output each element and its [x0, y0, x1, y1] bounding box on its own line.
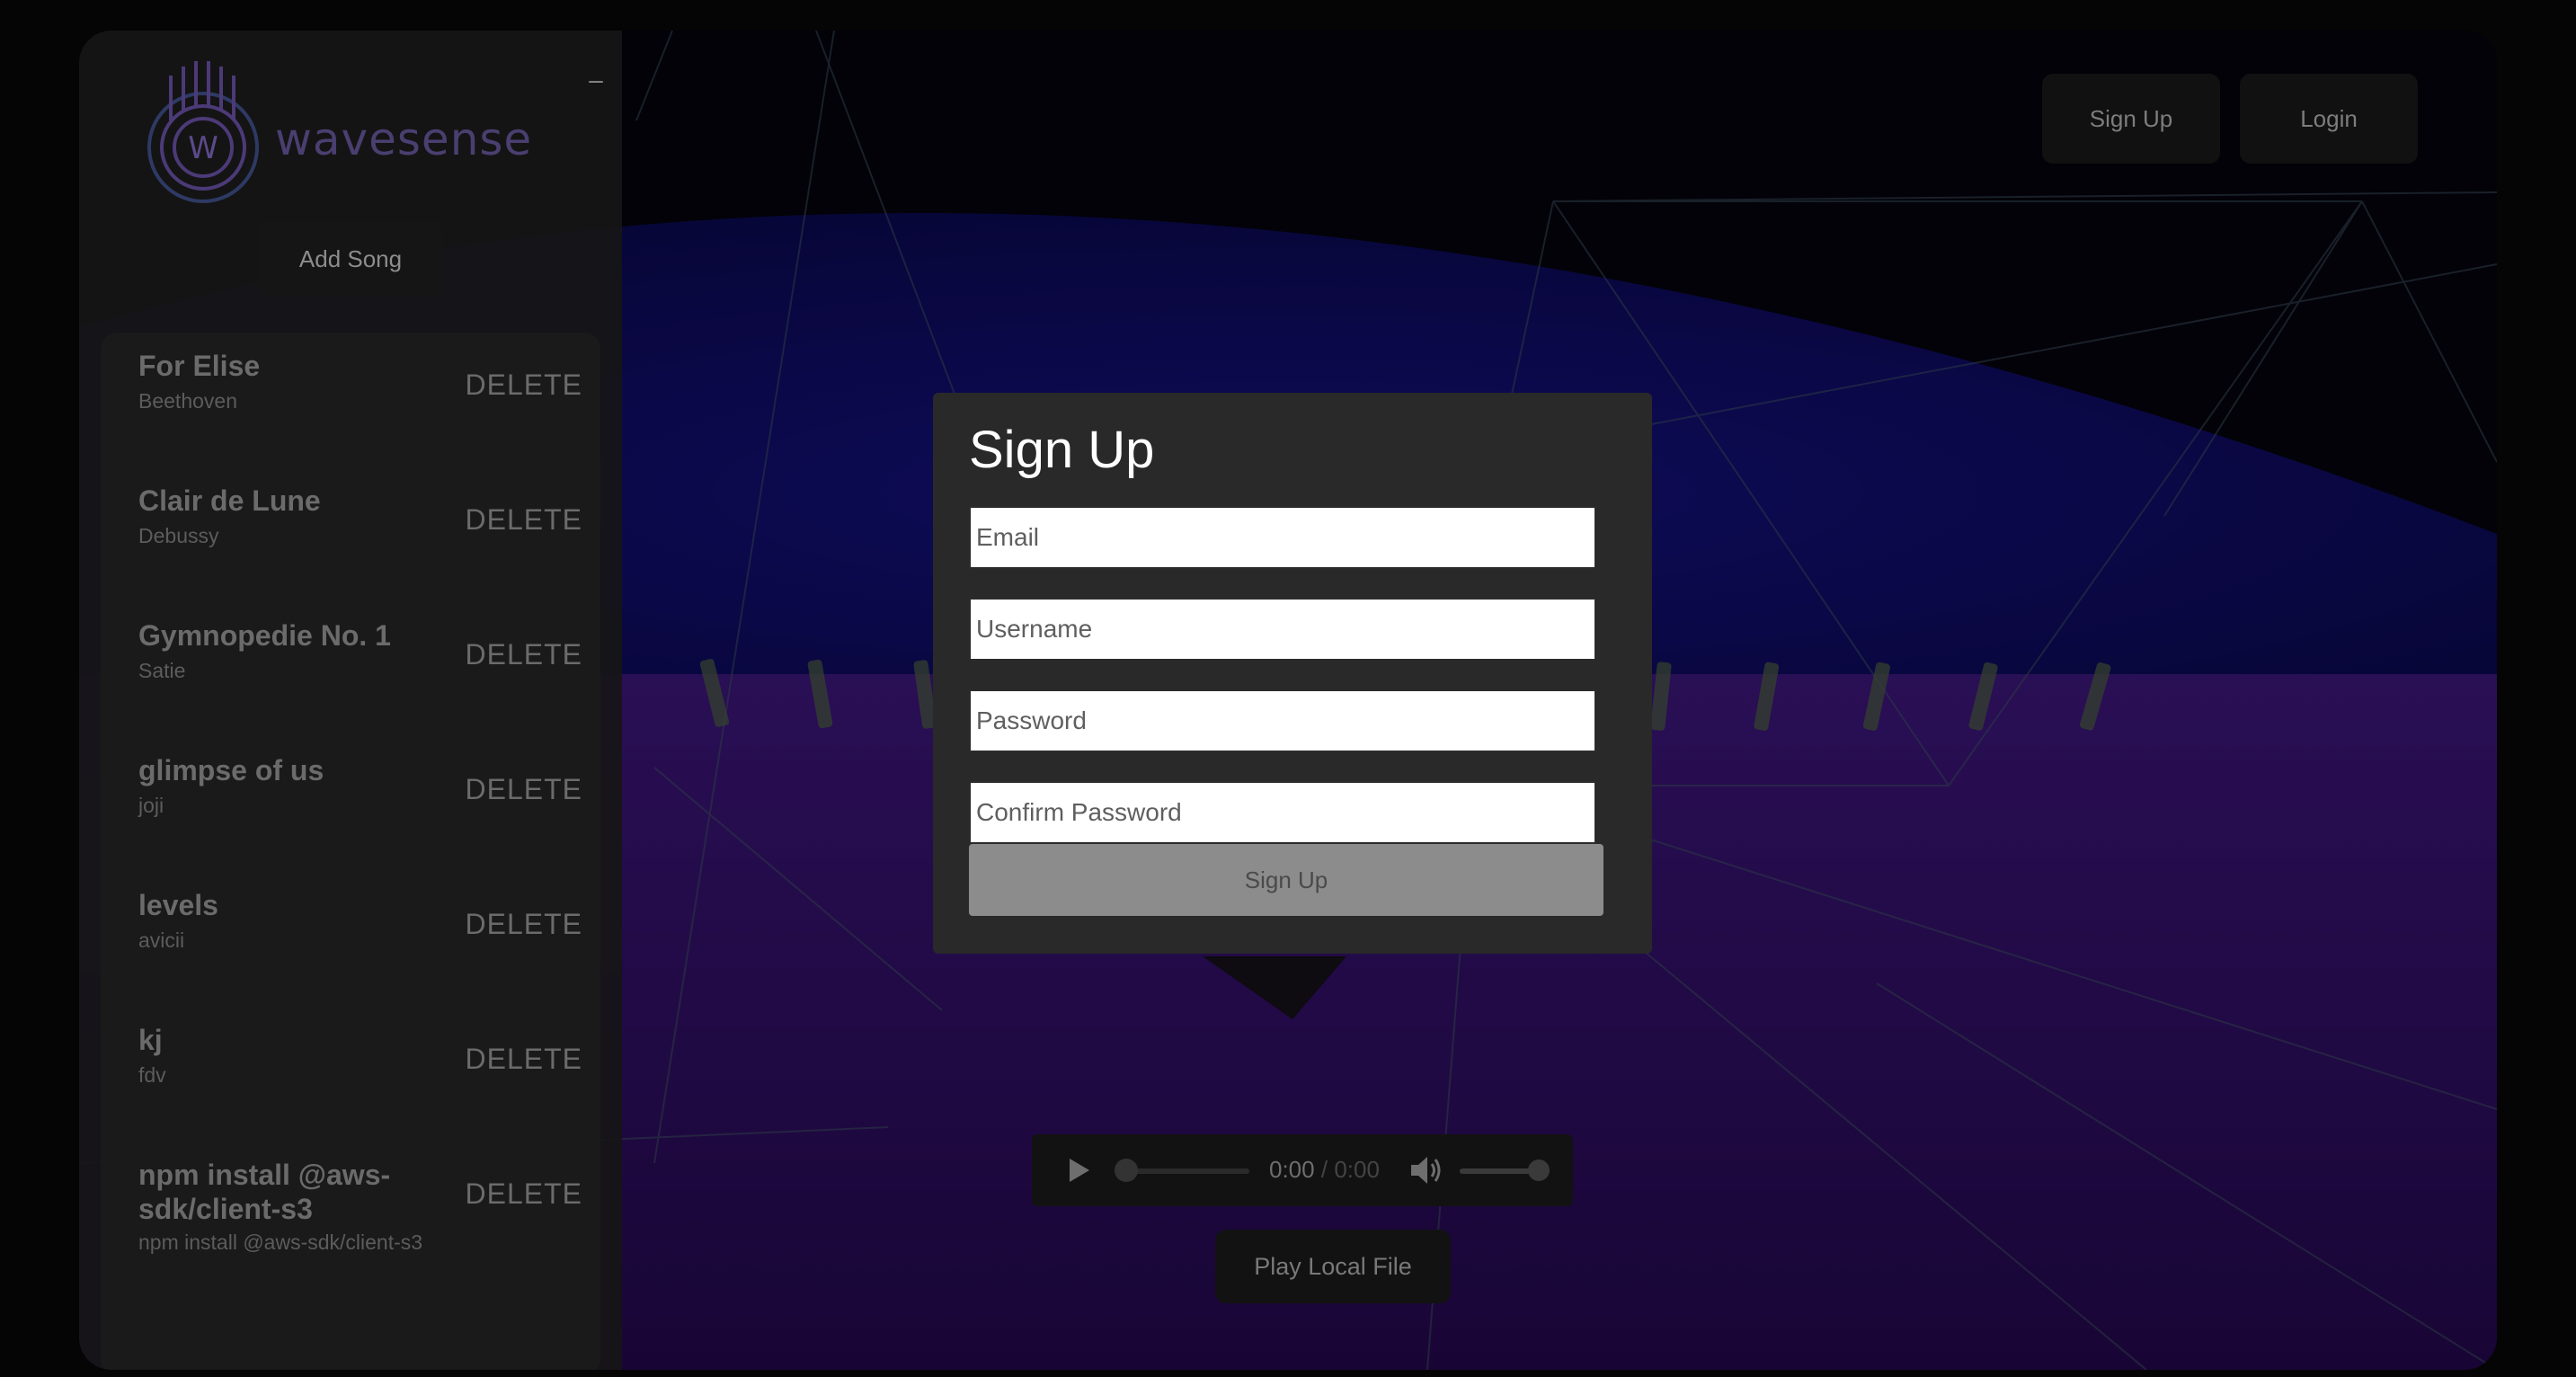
email-field[interactable]: [969, 506, 1596, 569]
delete-button[interactable]: DELETE: [466, 908, 582, 941]
password-field[interactable]: [969, 689, 1596, 752]
volume-icon[interactable]: [1409, 1154, 1443, 1186]
signup-submit-button[interactable]: Sign Up: [969, 844, 1603, 916]
wavesense-logo: W wavesense: [147, 61, 532, 203]
minimize-icon[interactable]: –: [582, 67, 609, 93]
song-item[interactable]: For Elise Beethoven DELETE: [101, 333, 600, 467]
song-artist: fdv: [138, 1063, 166, 1087]
volume-track[interactable]: [1460, 1168, 1539, 1174]
current-time: 0:00: [1269, 1156, 1315, 1183]
song-artist: Beethoven: [138, 389, 237, 413]
song-title: levels: [138, 889, 218, 921]
progress-handle[interactable]: [1115, 1159, 1138, 1182]
delete-button[interactable]: DELETE: [466, 638, 582, 671]
volume-handle[interactable]: [1528, 1159, 1550, 1181]
song-title: Clair de Lune: [138, 484, 321, 517]
svg-text:W: W: [188, 130, 218, 166]
audio-player: 0:00 / 0:00: [1032, 1134, 1573, 1206]
duration: 0:00: [1334, 1156, 1380, 1183]
delete-button[interactable]: DELETE: [466, 369, 582, 402]
header-login-button[interactable]: Login: [2240, 74, 2418, 164]
time-separator: /: [1320, 1156, 1328, 1183]
confirm-password-field[interactable]: [969, 781, 1596, 844]
song-title: Gymnopedie No. 1: [138, 619, 391, 652]
header-signup-button[interactable]: Sign Up: [2042, 74, 2220, 164]
delete-button[interactable]: DELETE: [466, 773, 582, 806]
add-song-button[interactable]: Add Song: [259, 221, 442, 297]
song-title: kj: [138, 1024, 163, 1056]
song-artist: Satie: [138, 659, 186, 682]
delete-button[interactable]: DELETE: [466, 1177, 582, 1211]
song-list: For Elise Beethoven DELETE Clair de Lune…: [101, 333, 600, 1370]
delete-button[interactable]: DELETE: [466, 1043, 582, 1076]
song-title: For Elise: [138, 350, 261, 382]
song-artist: avicii: [138, 928, 185, 952]
song-artist: npm install @aws-sdk/client-s3: [138, 1230, 423, 1254]
time-display: 0:00 / 0:00: [1269, 1156, 1380, 1184]
song-item[interactable]: Gymnopedie No. 1 Satie DELETE: [101, 602, 600, 737]
song-artist: Debussy: [138, 524, 219, 547]
song-artist: joji: [138, 794, 164, 817]
song-title: npm install @aws-sdk/client-s3: [138, 1159, 391, 1225]
username-field[interactable]: [969, 598, 1596, 661]
song-item[interactable]: Clair de Lune Debussy DELETE: [101, 467, 600, 602]
play-icon[interactable]: [1064, 1156, 1093, 1185]
app-window: W wavesense – Add Song For Elise Beethov…: [79, 31, 2497, 1370]
play-local-file-button[interactable]: Play Local File: [1215, 1230, 1451, 1303]
signup-modal: Sign Up Sign Up: [933, 393, 1652, 954]
song-item[interactable]: npm install @aws-sdk/client-s3 npm insta…: [101, 1142, 600, 1303]
song-title: glimpse of us: [138, 754, 324, 786]
song-item[interactable]: kj fdv DELETE: [101, 1007, 600, 1142]
svg-text:wavesense: wavesense: [275, 113, 532, 165]
song-item[interactable]: glimpse of us joji DELETE: [101, 737, 600, 872]
song-item[interactable]: levels avicii DELETE: [101, 872, 600, 1007]
delete-button[interactable]: DELETE: [466, 503, 582, 537]
sidebar: W wavesense – Add Song For Elise Beethov…: [79, 31, 622, 1370]
modal-title: Sign Up: [969, 421, 1155, 479]
